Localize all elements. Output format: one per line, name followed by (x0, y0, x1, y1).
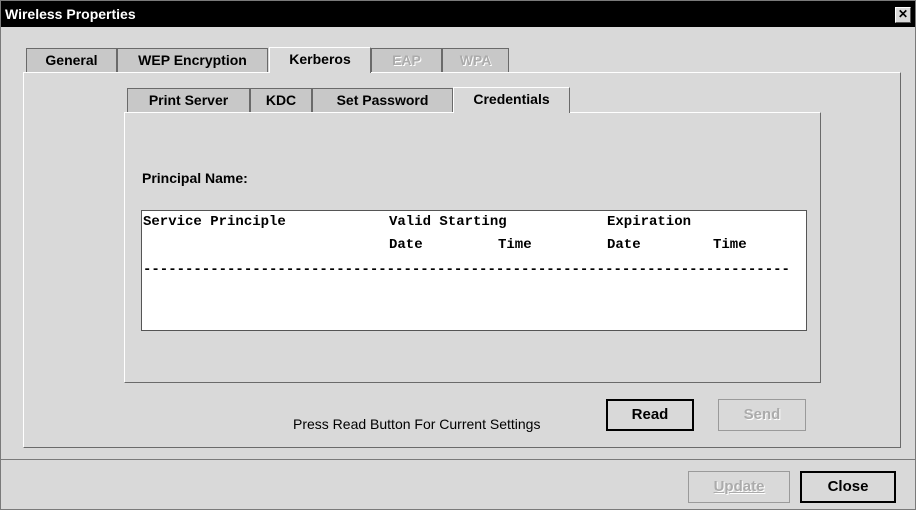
tab-eap: EAP (371, 48, 442, 72)
subtab-credentials[interactable]: Credentials (453, 87, 570, 113)
read-button[interactable]: Read (606, 399, 694, 431)
subtab-kdc[interactable]: KDC (250, 88, 312, 112)
header-expiration-date: Date (607, 237, 641, 253)
credentials-list[interactable]: Service Principle Valid Starting Expirat… (141, 210, 807, 331)
wireless-properties-window: Wireless Properties ✕ General WEP Encryp… (0, 0, 916, 510)
close-button[interactable]: Close (800, 471, 896, 503)
dashes-separator: ----------------------------------------… (143, 262, 789, 278)
subtab-print-server[interactable]: Print Server (127, 88, 250, 112)
close-icon[interactable]: ✕ (895, 7, 911, 23)
update-mnemonic: Update (713, 478, 765, 495)
header-service-principle: Service Principle (143, 214, 286, 230)
header-expiration: Expiration (607, 214, 692, 230)
tab-wep-encryption[interactable]: WEP Encryption (117, 48, 268, 72)
header-expiration-time: Time (713, 237, 747, 253)
subtab-set-password[interactable]: Set Password (312, 88, 453, 112)
tab-general[interactable]: General (26, 48, 117, 72)
update-button: Update (688, 471, 790, 503)
divider (1, 459, 915, 460)
send-button: Send (718, 399, 806, 431)
header-valid-date: Date (389, 237, 423, 253)
principal-name-label: Principal Name: (142, 170, 248, 186)
header-valid-starting: Valid Starting (389, 214, 507, 230)
window-title: Wireless Properties (5, 6, 136, 22)
tab-wpa: WPA (442, 48, 509, 72)
header-valid-time: Time (498, 237, 532, 253)
tab-kerberos[interactable]: Kerberos (269, 47, 371, 73)
title-bar[interactable]: Wireless Properties ✕ (1, 1, 915, 27)
read-hint-text: Press Read Button For Current Settings (293, 416, 541, 432)
